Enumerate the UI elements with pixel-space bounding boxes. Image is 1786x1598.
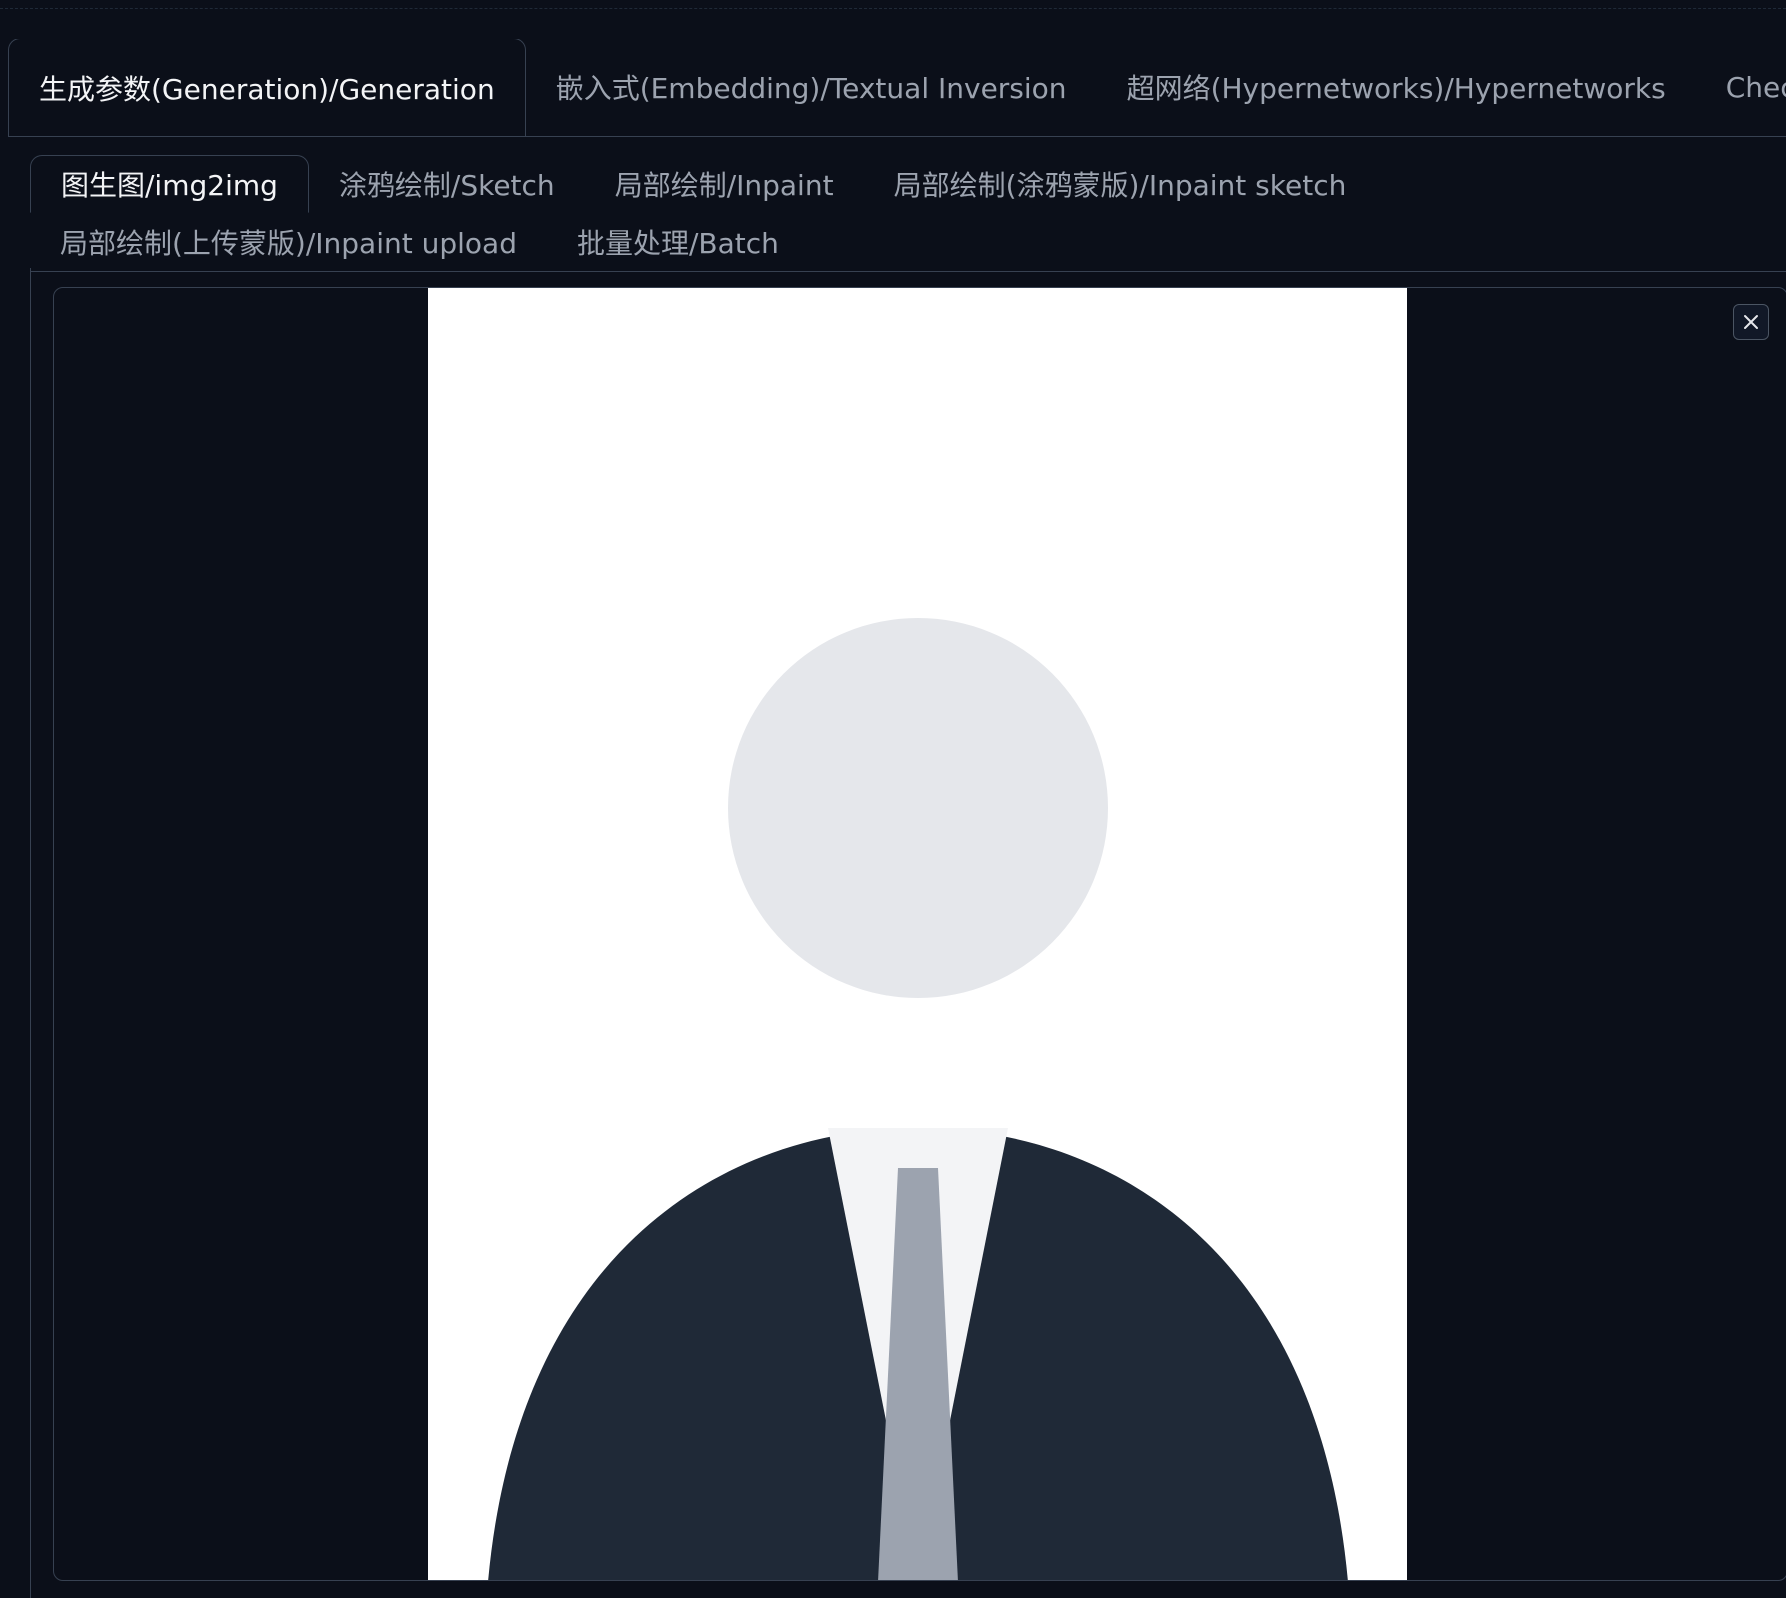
tab-hypernetworks[interactable]: 超网络(Hypernetworks)/Hypernetworks [1097, 39, 1696, 136]
tab-inpaint-upload[interactable]: 局部绘制(上传蒙版)/Inpaint upload [30, 213, 547, 271]
tab-generation[interactable]: 生成参数(Generation)/Generation [8, 39, 526, 136]
tab-inpaint[interactable]: 局部绘制/Inpaint [585, 155, 864, 213]
main-tab-bar: 生成参数(Generation)/Generation 嵌入式(Embeddin… [8, 39, 1786, 137]
tab-img2img[interactable]: 图生图/img2img [30, 155, 309, 213]
portrait-placeholder-icon [428, 288, 1407, 1580]
tab-checkpoints[interactable]: Checkpoints [1696, 39, 1786, 136]
tab-textual-inversion[interactable]: 嵌入式(Embedding)/Textual Inversion [526, 39, 1097, 136]
image-input-panel[interactable] [53, 287, 1786, 1581]
img2img-sub-tab-bar: 图生图/img2img 涂鸦绘制/Sketch 局部绘制/Inpaint 局部绘… [30, 155, 1786, 272]
clear-image-button[interactable] [1733, 304, 1769, 340]
tab-batch[interactable]: 批量处理/Batch [547, 213, 809, 271]
uploaded-image[interactable] [428, 288, 1407, 1580]
top-divider [0, 8, 1786, 9]
tab-sketch[interactable]: 涂鸦绘制/Sketch [309, 155, 585, 213]
close-icon [1744, 315, 1758, 329]
tab-inpaint-sketch[interactable]: 局部绘制(涂鸦蒙版)/Inpaint sketch [864, 155, 1377, 213]
